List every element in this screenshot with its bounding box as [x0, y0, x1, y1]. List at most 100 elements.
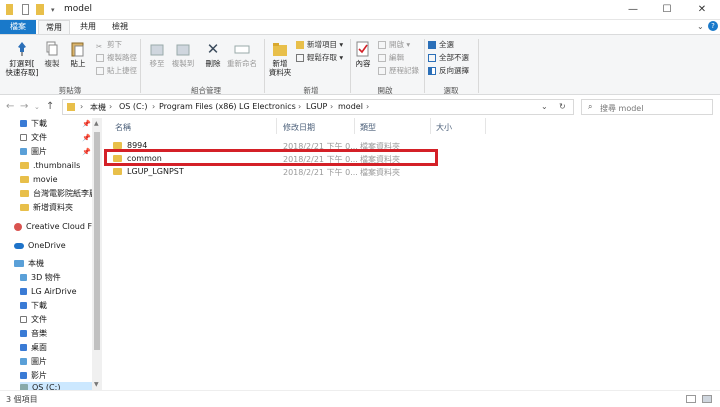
- paste-button[interactable]: 貼上: [66, 41, 90, 68]
- nav-label: 下載: [31, 119, 47, 128]
- column-header-size[interactable]: 大小: [436, 122, 452, 133]
- nav-item-music[interactable]: 音樂: [20, 328, 47, 340]
- nav-item-this-pc[interactable]: 本機: [14, 258, 44, 270]
- pin-quick-access-button[interactable]: 釘選到[ 快速存取]: [4, 41, 40, 77]
- copy-to-label: 複製到: [171, 59, 195, 68]
- address-dropdown-icon[interactable]: ⌄: [541, 102, 548, 111]
- new-folder-button[interactable]: 新增 資料夾: [266, 41, 294, 77]
- help-icon[interactable]: ?: [708, 21, 718, 31]
- nav-item-onedrive[interactable]: OneDrive: [14, 240, 66, 252]
- nav-item-desktop[interactable]: 桌面: [20, 342, 47, 354]
- details-view-icon[interactable]: [686, 395, 696, 403]
- paste-label: 貼上: [70, 59, 86, 68]
- move-to-button[interactable]: 移至: [146, 41, 168, 68]
- new-item-button[interactable]: 新增項目 ▾: [296, 39, 343, 50]
- new-folder-icon[interactable]: [36, 4, 44, 15]
- history-icon: [378, 67, 386, 75]
- expand-ribbon-icon[interactable]: ⌄: [697, 22, 704, 31]
- scroll-down-icon[interactable]: ▼: [94, 381, 99, 388]
- recent-chevron-icon[interactable]: ⌄: [34, 103, 40, 111]
- delete-button[interactable]: ✕ 刪除: [202, 41, 224, 68]
- pin-label-1: 釘選到[: [9, 59, 35, 68]
- rename-button[interactable]: 重新命名: [226, 41, 258, 68]
- pin-icon[interactable]: 📌: [82, 148, 91, 156]
- nav-item-movie[interactable]: movie: [20, 174, 58, 186]
- cloud-icon: [14, 242, 24, 249]
- tab-file[interactable]: 檔案: [0, 20, 36, 34]
- nav-item-documents[interactable]: 文件: [20, 314, 47, 326]
- explorer-icon[interactable]: [6, 4, 13, 15]
- scroll-up-icon[interactable]: ▲: [94, 120, 99, 127]
- breadcrumb-lgup[interactable]: LGUP: [306, 102, 327, 111]
- nav-item-creative-cloud[interactable]: Creative Cloud Files: [14, 221, 92, 233]
- close-button[interactable]: ✕: [685, 0, 719, 20]
- properties-icon: [356, 41, 370, 57]
- chevron-down-icon[interactable]: ▾: [51, 6, 60, 17]
- copy-path-button[interactable]: 複製路徑: [96, 52, 137, 63]
- pin-icon[interactable]: 📌: [82, 134, 91, 142]
- nav-label: 圖片: [31, 147, 47, 156]
- item-count: 3 個項目: [6, 395, 38, 404]
- select-none-button[interactable]: 全部不選: [428, 52, 469, 63]
- properties-button[interactable]: 內容: [352, 41, 374, 68]
- chevron-right-icon: ›: [366, 102, 370, 111]
- nav-item-thumbnails[interactable]: .thumbnails: [20, 160, 80, 172]
- column-header-type[interactable]: 類型: [360, 122, 376, 133]
- nav-item-downloads-pinned[interactable]: 下載: [20, 118, 47, 130]
- breadcrumb-program-files[interactable]: Program Files (x86): [159, 102, 237, 111]
- open-button[interactable]: 開啟 ▾: [378, 39, 410, 50]
- maximize-button[interactable]: ☐: [650, 0, 684, 20]
- copy-button[interactable]: 複製: [42, 41, 62, 68]
- invert-selection-button[interactable]: 反向選擇: [428, 65, 469, 76]
- back-arrow-icon[interactable]: ←: [6, 101, 14, 112]
- table-row[interactable]: LGUP_LGNPST 2018/2/21 下午 0... 檔案資料夾: [104, 165, 494, 178]
- refresh-icon[interactable]: ↻: [559, 102, 566, 111]
- column-header-date[interactable]: 修改日期: [283, 122, 315, 133]
- nav-item-cinema[interactable]: 台灣電影院紙李麗: [20, 188, 92, 200]
- music-icon: [20, 330, 27, 337]
- column-header-name[interactable]: 名稱: [115, 122, 131, 133]
- up-arrow-icon[interactable]: ↑: [46, 101, 54, 112]
- cut-button[interactable]: ✂ 剪下: [96, 39, 122, 51]
- easy-access-button[interactable]: 輕鬆存取 ▾: [296, 52, 343, 63]
- nav-item-videos[interactable]: 影片: [20, 370, 47, 382]
- breadcrumb-c-drive[interactable]: OS (C:): [119, 102, 147, 111]
- address-bar[interactable]: › 本機 › OS (C:) › Program Files (x86) › L…: [62, 99, 574, 115]
- new-folder-label-1: 新增: [272, 59, 288, 68]
- nav-scrollbar[interactable]: ▲ ▼: [92, 118, 102, 390]
- tab-share[interactable]: 共用: [74, 20, 102, 34]
- nav-item-lg-airdrive[interactable]: LG AirDrive: [20, 286, 77, 298]
- minimize-button[interactable]: —: [616, 0, 650, 20]
- search-input[interactable]: ⌕ 搜尋 model: [581, 99, 713, 115]
- folder-icon: [20, 204, 29, 211]
- nav-item-pictures-pinned[interactable]: 圖片: [20, 146, 47, 158]
- tab-view[interactable]: 檢視: [106, 20, 134, 34]
- breadcrumb-this-pc[interactable]: 本機: [90, 102, 106, 113]
- chevron-right-icon: ›: [109, 102, 113, 111]
- select-all-button[interactable]: 全選: [428, 39, 454, 50]
- forward-arrow-icon[interactable]: →: [20, 101, 28, 112]
- nav-scrollbar-thumb[interactable]: [94, 132, 100, 350]
- breadcrumb-model[interactable]: model: [338, 102, 363, 111]
- folder-icon: [113, 168, 122, 175]
- nav-item-downloads[interactable]: 下載: [20, 300, 47, 312]
- history-button[interactable]: 歷程記錄: [378, 65, 419, 76]
- edit-icon: [378, 54, 386, 62]
- nav-item-pictures[interactable]: 圖片: [20, 356, 47, 368]
- cube-icon: [20, 274, 27, 281]
- pin-icon[interactable]: 📌: [82, 120, 91, 128]
- edit-button[interactable]: 編輯: [378, 52, 404, 63]
- paste-shortcut-button[interactable]: 貼上捷徑: [96, 65, 137, 76]
- file-date: 2018/2/21 下午 0...: [283, 168, 358, 177]
- file-name: LGUP_LGNPST: [127, 167, 184, 176]
- nav-item-documents-pinned[interactable]: 文件: [20, 132, 47, 144]
- nav-item-new-folder[interactable]: 新增資料夾: [20, 202, 73, 214]
- edit-label: 編輯: [389, 53, 404, 62]
- divider: [424, 39, 425, 93]
- properties-icon[interactable]: [22, 4, 29, 15]
- tab-home[interactable]: 常用: [38, 20, 70, 35]
- breadcrumb-lg-electronics[interactable]: LG Electronics: [239, 102, 296, 111]
- nav-item-3d-objects[interactable]: 3D 物件: [20, 272, 61, 284]
- large-icons-view-icon[interactable]: [702, 395, 712, 403]
- copy-to-button[interactable]: 複製到: [170, 41, 196, 68]
